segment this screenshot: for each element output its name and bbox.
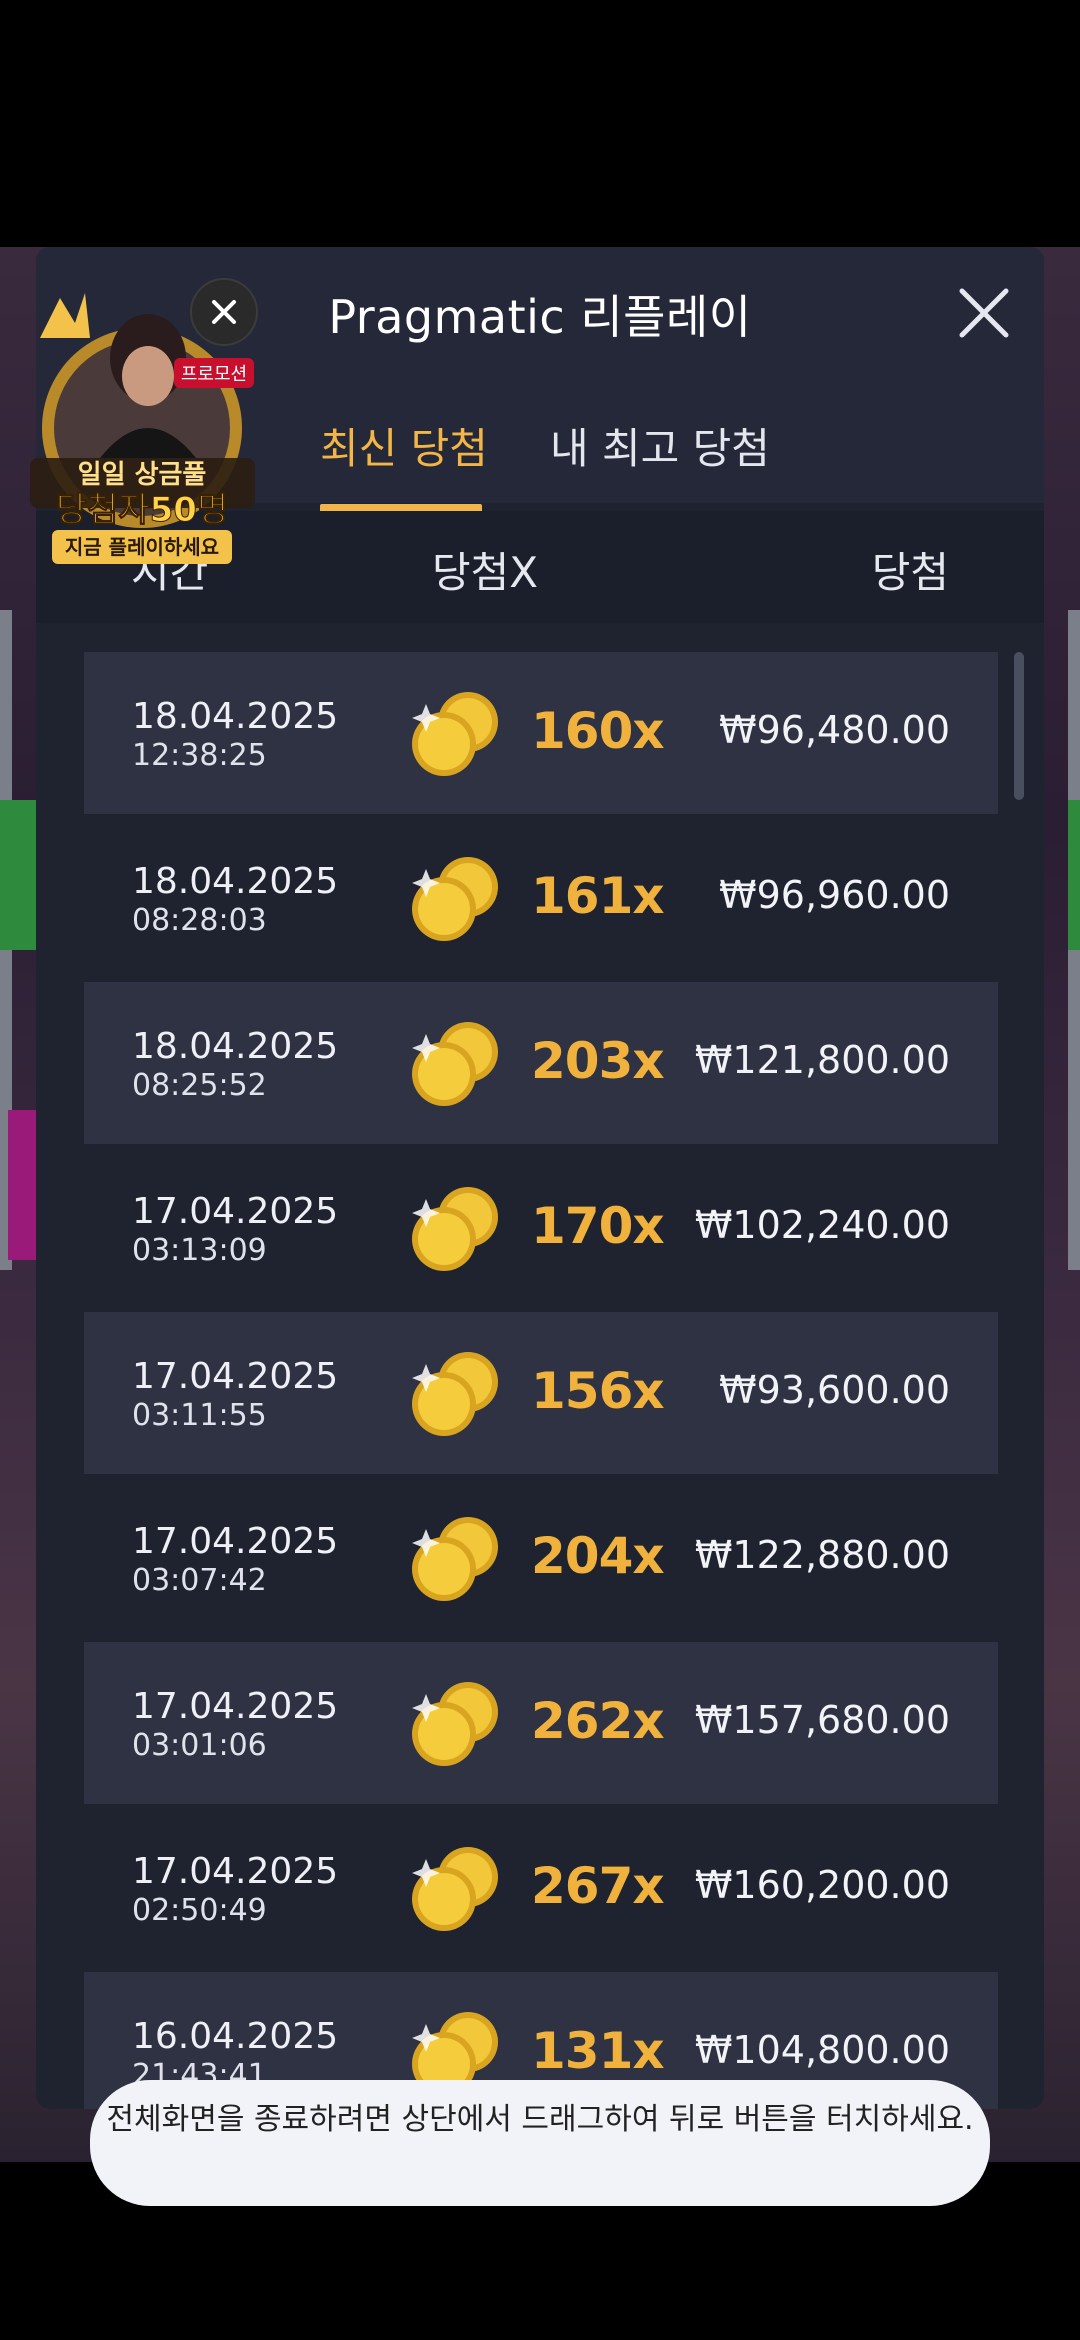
game-edge-green-left: [0, 800, 36, 950]
gold-coins-icon: [406, 1344, 506, 1444]
row-multiplier: 267x: [531, 1857, 665, 1915]
close-icon: [212, 300, 236, 324]
table-row[interactable]: 17.04.2025 03:13:09 170x ₩102,240.00: [84, 1147, 998, 1309]
gold-coins-icon: [406, 684, 506, 784]
row-multiplier: 170x: [531, 1197, 665, 1255]
row-date: 18.04.2025: [132, 1026, 339, 1067]
row-date: 17.04.2025: [132, 1686, 339, 1727]
gold-coins-icon: [406, 849, 506, 949]
row-time: 02:50:49: [132, 1893, 267, 1928]
row-date: 17.04.2025: [132, 1356, 339, 1397]
table-row[interactable]: 17.04.2025 03:11:55 156x ₩93,600.00: [84, 1312, 998, 1474]
row-win-amount: ₩121,800.00: [694, 1038, 950, 1082]
table-row[interactable]: 18.04.2025 08:28:03 161x ₩96,960.00: [84, 817, 998, 979]
row-time: 08:25:52: [132, 1068, 267, 1103]
row-multiplier: 131x: [531, 2022, 665, 2080]
row-win-amount: ₩122,880.00: [694, 1533, 950, 1577]
row-win-amount: ₩160,200.00: [694, 1863, 950, 1907]
column-multiplier: 당첨X: [432, 548, 539, 597]
gold-coins-icon: [406, 1014, 506, 1114]
promo-line-3: 지금 플레이하세요: [65, 535, 219, 559]
row-win-amount: ₩157,680.00: [694, 1698, 950, 1742]
tab-latest-wins[interactable]: 최신 당첨: [320, 415, 488, 476]
column-win: 당첨: [871, 548, 949, 597]
row-time: 03:13:09: [132, 1233, 267, 1268]
row-win-amount: ₩93,600.00: [719, 1368, 950, 1412]
row-date: 17.04.2025: [132, 1191, 339, 1232]
row-multiplier: 262x: [531, 1692, 665, 1750]
promo-line-1: 일일 상금풀: [78, 460, 207, 490]
gold-coins-icon: [406, 1509, 506, 1609]
promo-line-2: 당첨자50명: [56, 490, 228, 530]
row-date: 17.04.2025: [132, 1851, 339, 1892]
row-multiplier: 204x: [531, 1527, 665, 1585]
row-win-amount: ₩96,960.00: [719, 873, 950, 917]
row-date: 18.04.2025: [132, 861, 339, 902]
game-edge-green-right: [1068, 800, 1080, 950]
row-multiplier: 203x: [531, 1032, 665, 1090]
row-multiplier: 160x: [531, 702, 665, 760]
gold-coins-icon: [406, 1179, 506, 1279]
tab-my-best-wins[interactable]: 내 최고 당첨: [550, 415, 770, 476]
table-row[interactable]: 18.04.2025 08:25:52 203x ₩121,800.00: [84, 982, 998, 1144]
row-win-amount: ₩96,480.00: [719, 708, 950, 752]
table-row[interactable]: 17.04.2025 03:01:06 262x ₩157,680.00: [84, 1642, 998, 1804]
row-date: 17.04.2025: [132, 1521, 339, 1562]
scrollbar[interactable]: [1014, 652, 1024, 800]
row-date: 18.04.2025: [132, 696, 339, 737]
row-time: 12:38:25: [132, 738, 267, 773]
wins-list[interactable]: 18.04.2025 12:38:25 160x ₩96,480.00 18.0…: [36, 647, 1044, 2109]
row-time: 03:11:55: [132, 1398, 267, 1433]
row-time: 03:01:06: [132, 1728, 267, 1763]
promo-close-button[interactable]: [190, 278, 258, 346]
table-row[interactable]: 17.04.2025 02:50:49 267x ₩160,200.00: [84, 1807, 998, 1969]
close-icon: [959, 288, 1009, 338]
row-time: 03:07:42: [132, 1563, 267, 1598]
close-modal-button[interactable]: [954, 283, 1014, 343]
table-row[interactable]: 17.04.2025 03:07:42 204x ₩122,880.00: [84, 1477, 998, 1639]
row-time: 08:28:03: [132, 903, 267, 938]
gold-coins-icon: [406, 1839, 506, 1939]
row-multiplier: 156x: [531, 1362, 665, 1420]
game-edge-pink-left: [8, 1110, 36, 1260]
promo-badge: 프로모션: [181, 364, 247, 385]
table-row[interactable]: 18.04.2025 12:38:25 160x ₩96,480.00: [84, 652, 998, 814]
row-multiplier: 161x: [531, 867, 665, 925]
gold-coins-icon: [406, 1674, 506, 1774]
row-win-amount: ₩104,800.00: [694, 2028, 950, 2072]
row-date: 16.04.2025: [132, 2016, 339, 2057]
fullscreen-toast: 전체화면을 종료하려면 상단에서 드래그하여 뒤로 버튼을 터치하세요.: [90, 2080, 990, 2206]
row-win-amount: ₩102,240.00: [694, 1203, 950, 1247]
